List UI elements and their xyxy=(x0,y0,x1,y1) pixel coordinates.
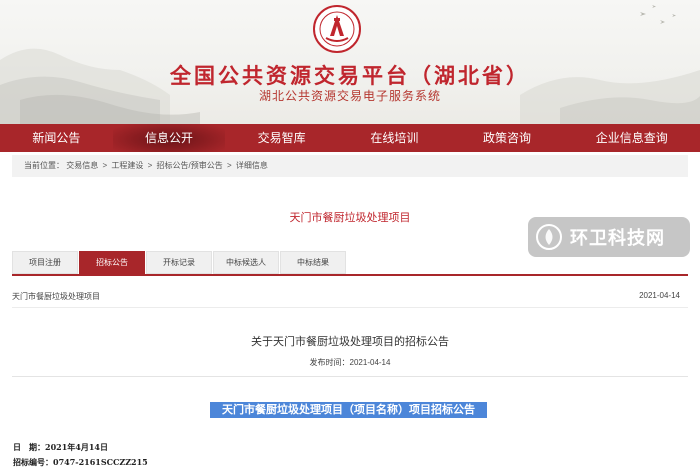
nav-item-company-query[interactable]: 企业信息查询 xyxy=(563,124,700,152)
list-item[interactable]: 天门市餐厨垃圾处理项目 2021-04-14 xyxy=(12,291,688,307)
watermark-logo-icon xyxy=(536,224,562,250)
breadcrumb-separator: > xyxy=(102,161,108,170)
nav-item-info-disclosure[interactable]: 信息公开 xyxy=(112,124,226,152)
nav-item-think-tank[interactable]: 交易智库 xyxy=(225,124,338,152)
breadcrumb-detail: 详细信息 xyxy=(235,161,268,170)
watermark: 环卫科技网 xyxy=(528,217,690,257)
nav-item-online-training[interactable]: 在线培训 xyxy=(338,124,451,152)
breadcrumb: 当前位置： 交易信息 > 工程建设 > 招标公告/预审公告 > 详细信息 xyxy=(12,155,688,177)
tab-project-registration[interactable]: 项目注册 xyxy=(12,251,78,274)
tender-code-line: 招标编号：0747-2161SCCZZ215 xyxy=(13,457,148,467)
breadcrumb-prefix: 当前位置： xyxy=(24,161,64,170)
divider xyxy=(12,307,688,308)
public-resource-emblem-icon xyxy=(313,5,361,53)
notice-date-line: 日 期：2021年4月14日 xyxy=(13,442,108,452)
breadcrumb-separator: > xyxy=(147,161,153,170)
header-banner: 全国公共资源交易平台（湖北省） 湖北公共资源交易电子服务系统 xyxy=(0,0,700,124)
breadcrumb-trade-info[interactable]: 交易信息 xyxy=(66,161,98,170)
list-item-date: 2021-04-14 xyxy=(639,291,680,300)
tab-bid-opening-record[interactable]: 开标记录 xyxy=(146,251,212,274)
notice-title: 关于天门市餐厨垃圾处理项目的招标公告 xyxy=(251,336,449,348)
nav-item-news[interactable]: 新闻公告 xyxy=(0,124,113,152)
highlighted-notice-heading: 天门市餐厨垃圾处理项目（项目名称）项目招标公告 xyxy=(210,402,487,418)
tab-winning-result[interactable]: 中标结果 xyxy=(280,251,346,274)
tab-winning-candidates[interactable]: 中标候选人 xyxy=(213,251,279,274)
breadcrumb-construction[interactable]: 工程建设 xyxy=(111,161,143,170)
watermark-text: 环卫科技网 xyxy=(570,228,665,248)
breadcrumb-tender-notice[interactable]: 招标公告/预审公告 xyxy=(157,161,223,170)
main-nav: 新闻公告 信息公开 交易智库 在线培训 政策咨询 企业信息查询 xyxy=(0,124,700,152)
site-title: 全国公共资源交易平台（湖北省） xyxy=(170,63,530,88)
list-item-name[interactable]: 天门市餐厨垃圾处理项目 xyxy=(12,291,100,302)
site-subtitle: 湖北公共资源交易电子服务系统 xyxy=(258,89,441,103)
nav-item-policy[interactable]: 政策咨询 xyxy=(451,124,564,152)
breadcrumb-separator: > xyxy=(226,161,232,170)
divider xyxy=(12,376,688,377)
publish-time: 发布时间：2021-04-14 xyxy=(309,358,391,367)
tab-tender-notice[interactable]: 招标公告 xyxy=(79,251,145,274)
